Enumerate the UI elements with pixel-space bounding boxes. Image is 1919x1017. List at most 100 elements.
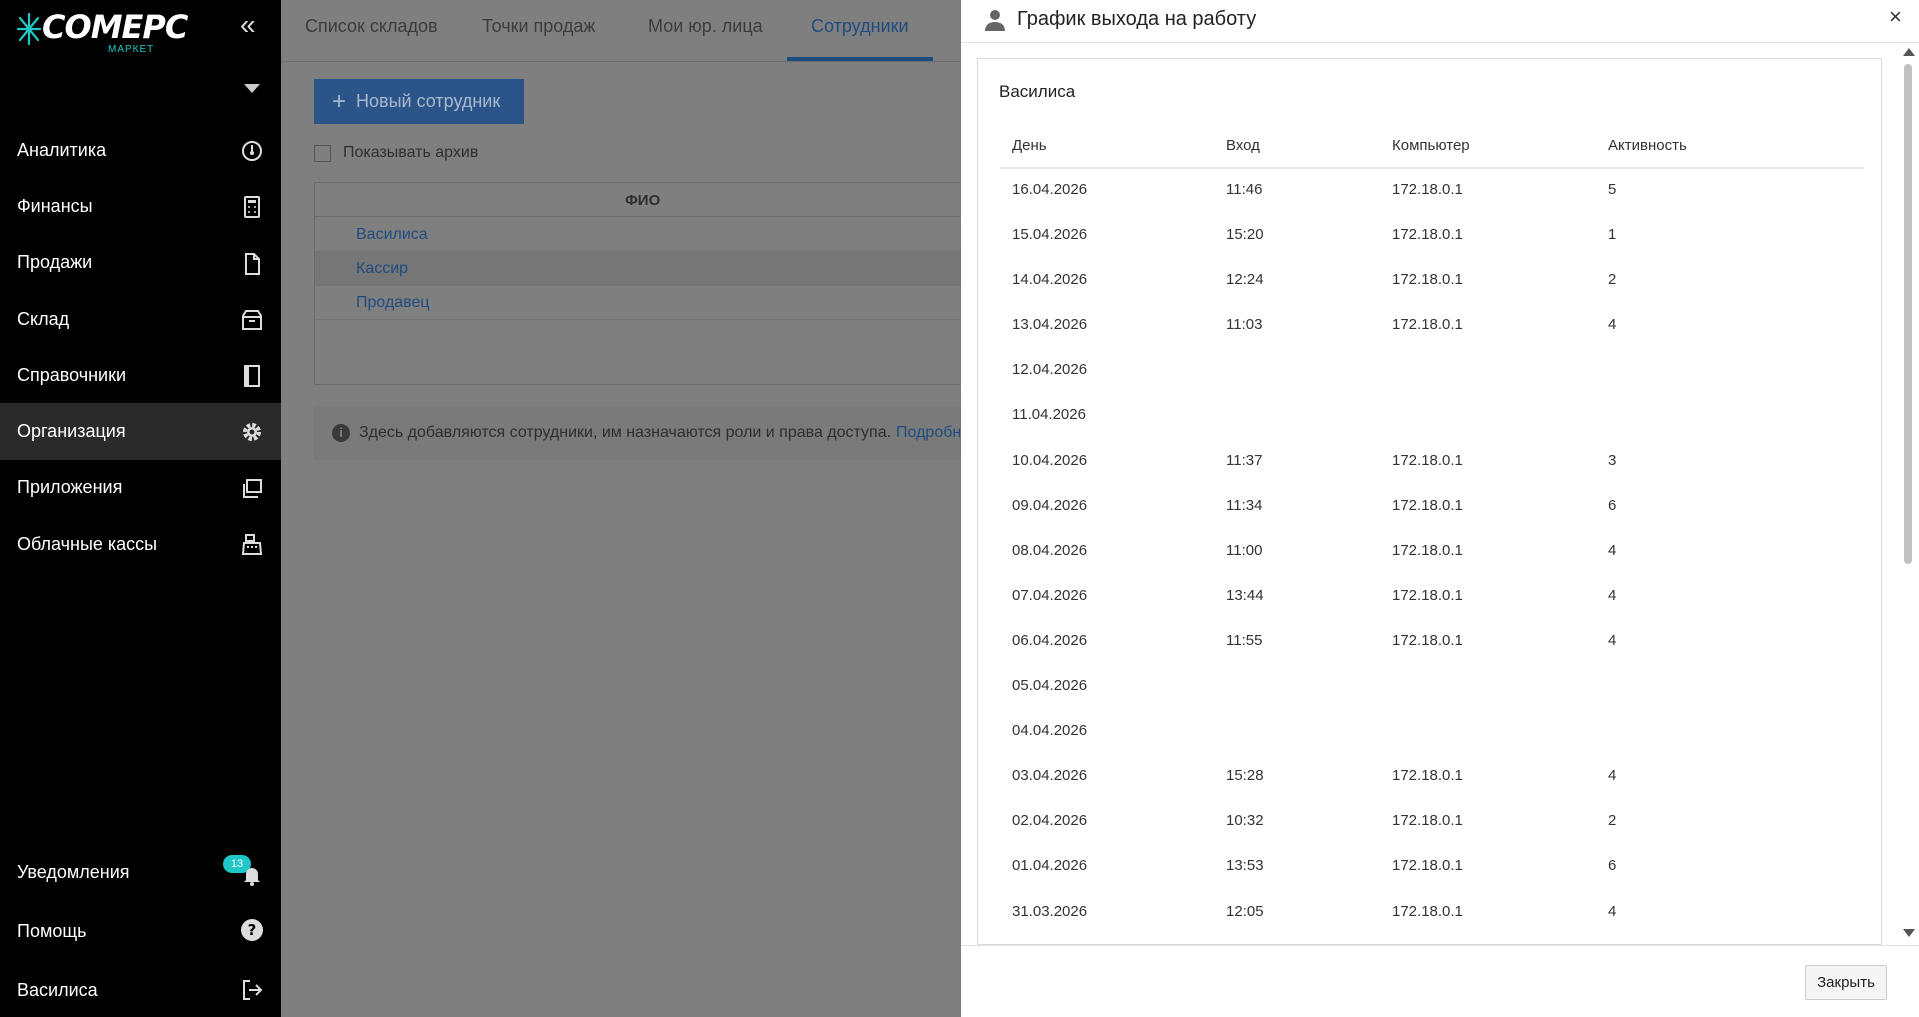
employee-link[interactable]: Кассир xyxy=(356,260,408,278)
sidebar-nav: Аналитика Финансы Продажи Склад Справочн… xyxy=(0,122,281,572)
logo-subtitle: МАРКЕТ xyxy=(108,44,155,55)
scrollbar-thumb[interactable] xyxy=(1904,64,1912,564)
new-employee-button[interactable]: + Новый сотрудник xyxy=(314,79,524,124)
new-employee-label: Новый сотрудник xyxy=(356,91,501,111)
modal-body: Василиса День Вход Компьютер Активность … xyxy=(977,58,1882,945)
cell-day: 02.04.2026 xyxy=(1012,812,1088,830)
table-row: 03.04.2026 15:28 172.18.0.1 4 xyxy=(1000,755,1864,800)
cell-login-time: 12:24 xyxy=(1226,271,1264,289)
box-icon xyxy=(242,309,262,330)
cell-day: 08.04.2026 xyxy=(1012,541,1088,559)
sidebar-item-sales[interactable]: Продажи xyxy=(0,235,281,291)
sidebar-item-label: Василиса xyxy=(17,980,98,1000)
tab-employees[interactable]: Сотрудники xyxy=(811,16,909,37)
cell-activity: 4 xyxy=(1608,631,1617,649)
show-archive-checkbox[interactable] xyxy=(314,144,331,162)
scroll-down-arrow-icon[interactable] xyxy=(1903,929,1915,937)
cell-computer: 172.18.0.1 xyxy=(1392,902,1463,920)
show-archive-label: Показывать архив xyxy=(343,144,479,161)
cell-day: 16.04.2026 xyxy=(1012,181,1088,198)
sidebar-item-directories[interactable]: Справочники xyxy=(0,347,281,403)
cell-computer: 172.18.0.1 xyxy=(1392,586,1463,604)
user-icon xyxy=(985,10,1005,31)
cell-activity: 4 xyxy=(1608,586,1617,604)
sidebar-item-label: Аналитика xyxy=(17,139,107,160)
cell-activity: 4 xyxy=(1608,767,1617,785)
logo-star-icon xyxy=(16,12,42,46)
cell-computer: 172.18.0.1 xyxy=(1392,181,1463,198)
cell-day: 03.04.2026 xyxy=(1012,767,1088,785)
cell-activity: 4 xyxy=(1608,316,1617,334)
cell-activity: 1 xyxy=(1608,226,1617,244)
table-row: 12.04.2026 xyxy=(1000,349,1864,394)
cell-login-time: 11:37 xyxy=(1226,451,1263,469)
modal-footer: Закрыть xyxy=(961,945,1919,1017)
sidebar-item-apps[interactable]: Приложения xyxy=(0,460,281,516)
table-row: 10.04.2026 11:37 172.18.0.1 3 xyxy=(1000,440,1864,485)
caret-down-icon[interactable] xyxy=(244,84,260,93)
info-icon: i xyxy=(332,424,350,442)
bell-icon xyxy=(244,868,260,886)
cell-login-time: 13:53 xyxy=(1226,857,1264,875)
cell-day: 05.04.2026 xyxy=(1012,677,1088,695)
sidebar-item-cloud-cashboxes[interactable]: Облачные кассы xyxy=(0,516,281,572)
table-header: День Вход Компьютер Активность xyxy=(1000,125,1864,169)
calculator-icon xyxy=(244,196,260,219)
tab-points-of-sale[interactable]: Точки продаж xyxy=(482,16,595,37)
sidebar-item-user[interactable]: Василиса xyxy=(0,961,281,1017)
windows-icon xyxy=(243,478,262,498)
sidebar-item-label: Облачные кассы xyxy=(17,533,158,554)
collapse-sidebar-icon[interactable]: « xyxy=(240,11,266,40)
cell-day: 15.04.2026 xyxy=(1012,226,1088,244)
cell-activity: 4 xyxy=(1608,541,1617,559)
cell-computer: 172.18.0.1 xyxy=(1392,631,1463,649)
tab-warehouses[interactable]: Список складов xyxy=(305,16,438,37)
cell-login-time: 10:32 xyxy=(1226,812,1264,830)
cell-activity: 6 xyxy=(1608,496,1617,514)
sidebar-item-label: Организация xyxy=(17,421,126,442)
table-row: Продавец xyxy=(315,286,965,320)
column-header-computer: Компьютер xyxy=(1392,137,1470,154)
employee-link[interactable]: Продавец xyxy=(356,294,430,312)
cell-login-time: 11:03 xyxy=(1226,316,1263,334)
sidebar-bottom: Уведомления 13 Помощь ? Василиса xyxy=(0,843,281,1017)
more-info-link[interactable]: Подробнее xyxy=(896,424,964,442)
sidebar-item-finance[interactable]: Финансы xyxy=(0,178,281,234)
cell-login-time: 15:28 xyxy=(1226,767,1264,785)
cell-login-time: 11:00 xyxy=(1226,541,1263,559)
plus-icon: + xyxy=(332,87,347,115)
table-row: 09.04.2026 11:34 172.18.0.1 6 xyxy=(1000,485,1864,530)
cell-computer: 172.18.0.1 xyxy=(1392,316,1463,334)
cell-login-time: 13:44 xyxy=(1226,586,1264,604)
gear-icon xyxy=(243,423,261,442)
table-row: 05.04.2026 xyxy=(1000,665,1864,710)
employee-link[interactable]: Василиса xyxy=(356,226,428,244)
cell-day: 07.04.2026 xyxy=(1012,586,1088,604)
logo[interactable]: COMEPC МАРКЕТ xyxy=(16,8,188,56)
table-row: Кассир xyxy=(315,252,965,286)
modal-scrollbar[interactable] xyxy=(1901,46,1915,941)
tab-legal-entities[interactable]: Мои юр. лица xyxy=(648,16,763,37)
sidebar-item-warehouse[interactable]: Склад xyxy=(0,291,281,347)
show-archive: Показывать архив xyxy=(314,144,478,162)
info-banner: i Здесь добавляются сотрудники, им назна… xyxy=(314,406,964,460)
sidebar-item-notifications[interactable]: Уведомления 13 xyxy=(0,843,281,902)
cell-computer: 172.18.0.1 xyxy=(1392,767,1463,785)
table-row: 08.04.2026 11:00 172.18.0.1 4 xyxy=(1000,530,1864,575)
column-header-login: Вход xyxy=(1226,137,1260,154)
table-row: 31.03.2026 12:05 172.18.0.1 4 xyxy=(1000,891,1864,936)
table-row: 14.04.2026 12:24 172.18.0.1 2 xyxy=(1000,259,1864,304)
cell-activity: 3 xyxy=(1608,451,1617,469)
sidebar-item-analytics[interactable]: Аналитика xyxy=(0,122,281,178)
close-button[interactable]: Закрыть xyxy=(1805,965,1887,1000)
scroll-up-arrow-icon[interactable] xyxy=(1903,48,1915,56)
sidebar-item-help[interactable]: Помощь ? xyxy=(0,902,281,961)
modal-title: График выхода на работу xyxy=(1017,8,1257,30)
sidebar-item-organization[interactable]: Организация xyxy=(0,403,281,460)
cell-login-time: 12:05 xyxy=(1226,902,1264,920)
cell-activity: 2 xyxy=(1608,271,1617,289)
cell-computer: 172.18.0.1 xyxy=(1392,271,1463,289)
cell-computer: 172.18.0.1 xyxy=(1392,812,1463,830)
cell-activity: 4 xyxy=(1608,902,1617,920)
close-icon[interactable]: × xyxy=(1889,6,1902,28)
